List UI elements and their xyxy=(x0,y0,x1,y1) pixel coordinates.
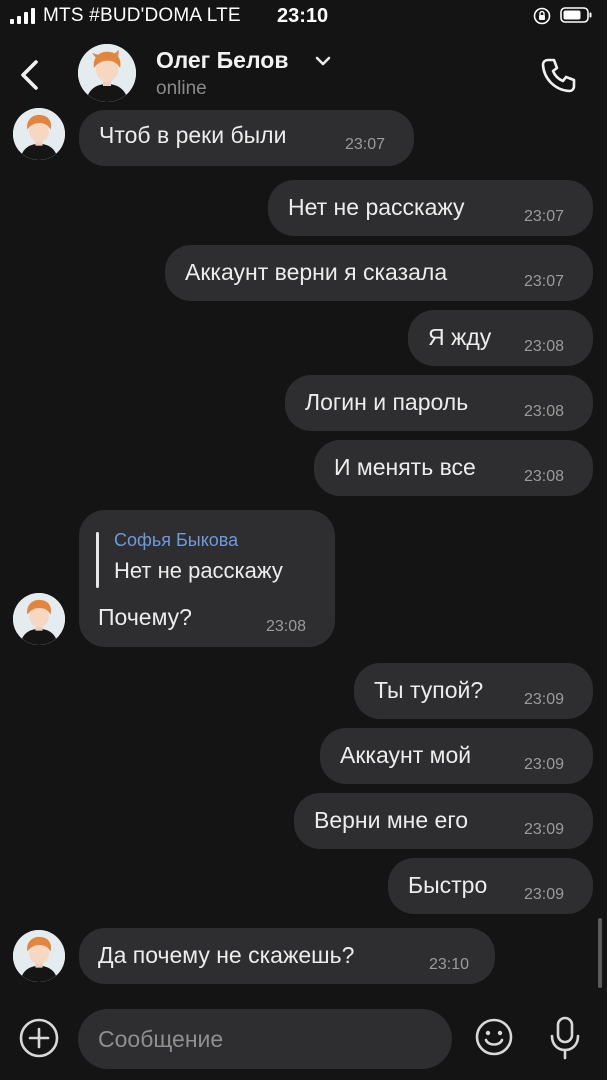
outgoing-message[interactable]: Логин и пароль 23:08 xyxy=(285,375,593,431)
message-text: Логин и пароль xyxy=(305,389,469,415)
sender-avatar[interactable] xyxy=(13,930,65,982)
chat-header: Олег Белов online xyxy=(0,34,607,114)
message-text: Ты тупой? xyxy=(374,677,484,703)
status-bar: MTS #BUD'DOMA LTE 23:10 xyxy=(0,0,607,34)
message-text: Быстро xyxy=(408,872,488,898)
message-composer xyxy=(0,1000,607,1080)
orientation-lock-icon xyxy=(533,7,551,25)
battery-icon xyxy=(560,7,592,23)
emoji-icon[interactable] xyxy=(474,1017,514,1057)
message-text: Аккаунт верни я сказала xyxy=(185,259,448,285)
sender-avatar[interactable] xyxy=(13,593,65,645)
status-time: 23:10 xyxy=(277,5,329,27)
contact-status: online xyxy=(156,78,207,99)
reply-quoted-text[interactable]: Нет не расскажу xyxy=(114,558,283,584)
message-text: Я жду xyxy=(428,324,492,350)
message-text: Нет не расскажу xyxy=(288,194,465,220)
message-time: 23:07 xyxy=(524,208,565,225)
message-text: Да почему не скажешь? xyxy=(98,942,355,968)
message-text: И менять все xyxy=(334,454,476,480)
message-time: 23:10 xyxy=(429,956,470,973)
microphone-icon[interactable] xyxy=(548,1015,582,1061)
message-text: Почему? xyxy=(98,604,192,630)
reply-author[interactable]: Софья Быкова xyxy=(114,530,238,551)
message-time: 23:08 xyxy=(524,468,565,485)
sender-avatar[interactable] xyxy=(13,108,65,160)
carrier-label: MTS #BUD'DOMA LTE xyxy=(43,5,241,26)
contact-avatar[interactable] xyxy=(78,44,136,102)
outgoing-message[interactable]: Верни мне его 23:09 xyxy=(294,793,593,849)
message-time: 23:07 xyxy=(345,136,386,153)
contact-name[interactable]: Олег Белов xyxy=(156,47,288,74)
incoming-message[interactable]: Да почему не скажешь? 23:10 xyxy=(79,928,495,984)
message-time: 23:08 xyxy=(524,403,565,420)
message-time: 23:09 xyxy=(524,886,565,903)
incoming-message[interactable]: Чтоб в реки были 23:07 xyxy=(79,110,414,166)
message-time: 23:09 xyxy=(524,691,565,708)
outgoing-message[interactable]: Ты тупой? 23:09 xyxy=(354,663,593,719)
signal-strength-icon xyxy=(10,8,35,24)
outgoing-message[interactable]: Аккаунт верни я сказала 23:07 xyxy=(165,245,593,301)
message-input[interactable] xyxy=(78,1009,452,1069)
message-text: Верни мне его xyxy=(314,807,469,833)
message-time: 23:09 xyxy=(524,821,565,838)
chevron-down-icon[interactable] xyxy=(314,54,332,68)
back-arrow-icon[interactable] xyxy=(14,56,48,94)
message-time: 23:08 xyxy=(524,338,565,355)
outgoing-message[interactable]: Быстро 23:09 xyxy=(388,858,593,914)
message-time: 23:08 xyxy=(266,618,307,635)
message-text: Аккаунт мой xyxy=(340,742,472,768)
message-text: Чтоб в реки были xyxy=(99,122,287,148)
plus-circle-icon[interactable] xyxy=(18,1017,60,1059)
message-time: 23:07 xyxy=(524,273,565,290)
phone-icon[interactable] xyxy=(537,54,579,96)
message-time: 23:09 xyxy=(524,756,565,773)
outgoing-message[interactable]: Нет не расскажу 23:07 xyxy=(268,180,593,236)
outgoing-message[interactable]: Я жду 23:08 xyxy=(408,310,593,366)
outgoing-message[interactable]: Аккаунт мой 23:09 xyxy=(320,728,593,784)
scrollbar[interactable] xyxy=(598,918,602,988)
reply-quote-bar xyxy=(96,532,99,588)
outgoing-message[interactable]: И менять все 23:08 xyxy=(314,440,593,496)
